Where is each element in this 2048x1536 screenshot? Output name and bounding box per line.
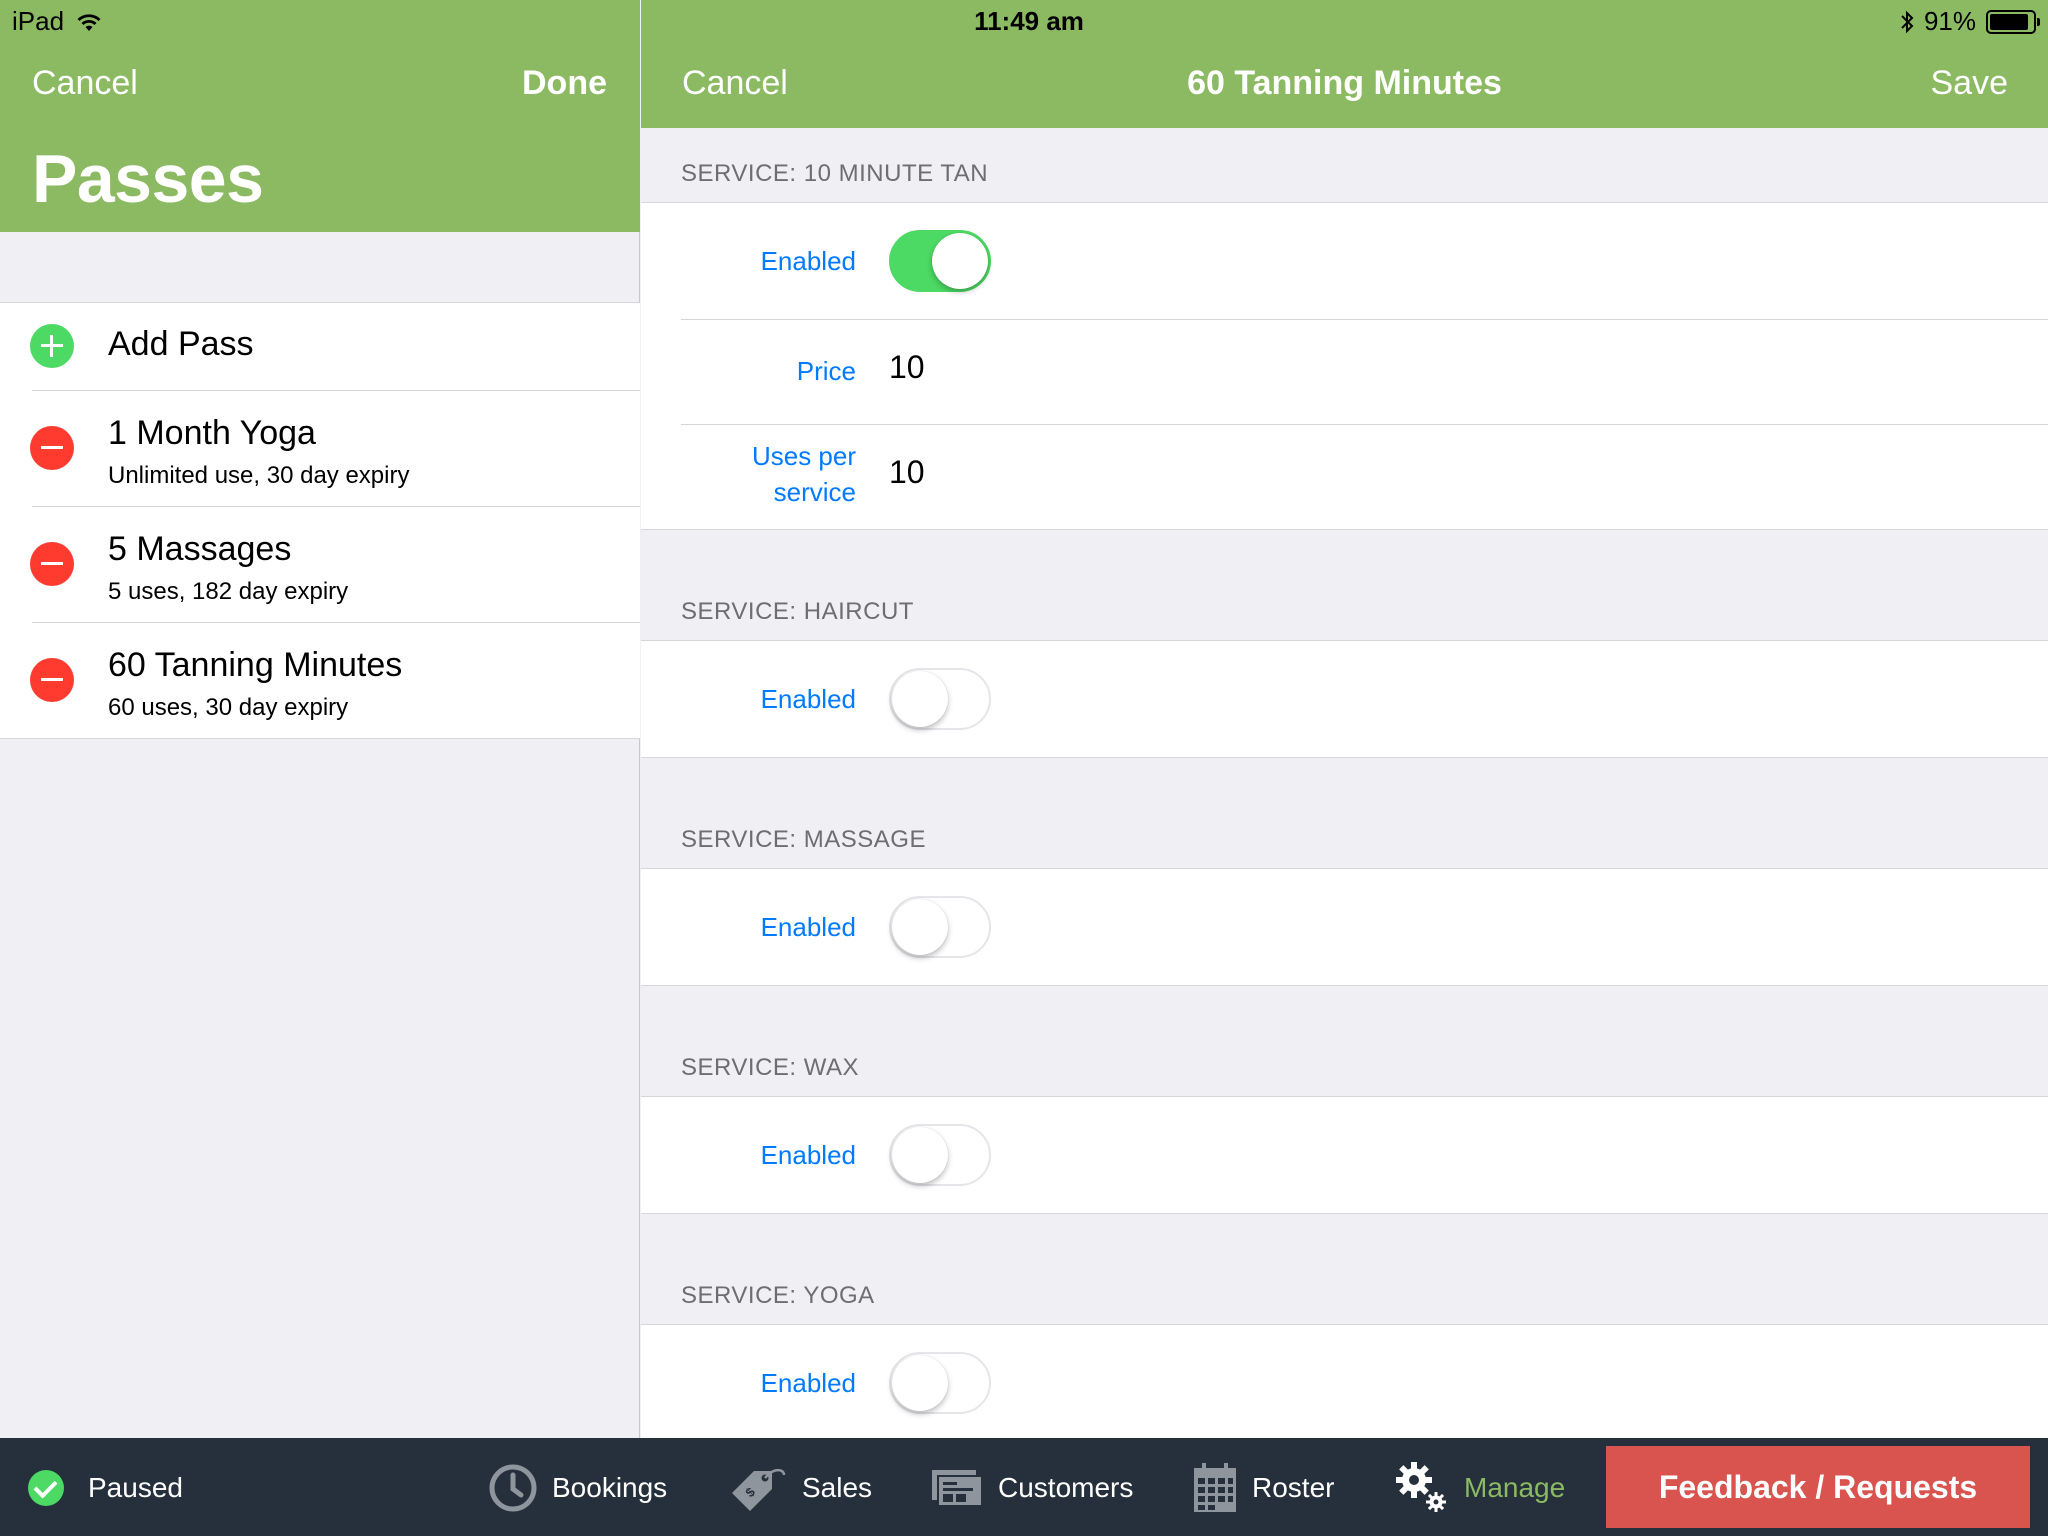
paused-label: Paused (88, 1472, 183, 1503)
delete-icon[interactable] (30, 658, 74, 702)
feedback-button[interactable]: Feedback / Requests (1606, 1446, 2030, 1528)
pass-detail: 60 uses, 30 day expiry (108, 694, 349, 721)
tab-label: Customers (998, 1472, 1134, 1503)
list-item[interactable]: 1 Month Yoga Unlimited use, 30 day expir… (0, 390, 640, 506)
tab-bar: Paused Bookings $ Sales Customers Roster… (0, 1438, 2048, 1536)
passes-done-button[interactable]: Done (522, 64, 607, 103)
enabled-toggle[interactable] (889, 668, 991, 730)
tab-sales[interactable]: $ Sales (728, 1460, 872, 1516)
tab-customers[interactable]: Customers (930, 1460, 1133, 1516)
uses-field[interactable]: 10 (889, 454, 925, 491)
status-right: 91% (1900, 6, 2040, 37)
enabled-row: Enabled (641, 641, 2048, 757)
delete-icon[interactable] (30, 426, 74, 470)
pass-detail-panel: Cancel 60 Tanning Minutes Save SERVICE: … (641, 0, 2048, 1438)
tab-manage[interactable]: Manage (1394, 1460, 1565, 1516)
delete-icon[interactable] (30, 542, 74, 586)
section-header-haircut: SERVICE: HAIRCUT (681, 598, 914, 625)
cards-icon (932, 1470, 983, 1507)
section-header-wax: SERVICE: WAX (681, 1054, 860, 1081)
enabled-row: Enabled (641, 1097, 2048, 1213)
add-pass-label: Add Pass (108, 325, 254, 363)
enabled-row: Enabled (641, 869, 2048, 985)
enabled-label: Enabled (760, 1140, 856, 1170)
price-field[interactable]: 10 (889, 349, 925, 386)
paused-status[interactable]: Paused (28, 1470, 183, 1506)
pass-name: 60 Tanning Minutes (108, 646, 403, 684)
pass-name: 1 Month Yoga (108, 414, 316, 452)
enabled-toggle[interactable] (889, 1352, 991, 1414)
section-header-massage: SERVICE: MASSAGE (681, 826, 926, 853)
clock-icon (489, 1464, 537, 1512)
enabled-label: Enabled (760, 912, 856, 942)
tab-label: Manage (1464, 1472, 1566, 1503)
enabled-label: Enabled (760, 684, 856, 714)
battery-icon (1986, 9, 2040, 34)
uses-label: Uses per service (641, 438, 856, 510)
section-header-yoga: SERVICE: YOGA (681, 1282, 875, 1309)
gears-icon (1396, 1462, 1446, 1512)
list-item[interactable]: 60 Tanning Minutes 60 uses, 30 day expir… (0, 622, 640, 738)
passes-cancel-button[interactable]: Cancel (32, 64, 138, 103)
passes-panel: Cancel Done Passes Add Pass 1 Month Yoga… (0, 0, 640, 1438)
status-bar: iPad 11:49 am 91% (0, 0, 2048, 40)
detail-title: 60 Tanning Minutes (1187, 64, 1502, 102)
enabled-toggle[interactable] (889, 230, 991, 292)
section-header-10-minute-tan: SERVICE: 10 MINUTE TAN (681, 160, 989, 187)
add-icon[interactable] (30, 324, 74, 368)
enabled-row: Enabled (641, 1325, 2048, 1438)
save-button[interactable]: Save (1931, 64, 2009, 103)
tab-label: Bookings (552, 1472, 668, 1503)
check-icon (28, 1470, 64, 1506)
status-time: 11:49 am (974, 6, 1084, 36)
tab-roster[interactable]: Roster (1192, 1460, 1334, 1516)
calendar-icon (1194, 1463, 1236, 1512)
enabled-toggle[interactable] (889, 1124, 991, 1186)
service-group-yoga: Enabled (641, 1324, 2048, 1438)
enabled-row: Enabled (641, 203, 2048, 319)
pass-detail: 5 uses, 182 day expiry (108, 578, 349, 605)
service-group-massage: Enabled (641, 868, 2048, 986)
service-group-wax: Enabled (641, 1096, 2048, 1214)
uses-label-line2: service (773, 477, 856, 507)
list-item[interactable]: 5 Massages 5 uses, 182 day expiry (0, 506, 640, 622)
pass-name: 5 Massages (108, 530, 292, 568)
uses-row: Uses per service 10 (641, 424, 2048, 529)
battery-percent: 91% (1923, 6, 1976, 36)
service-group-haircut: Enabled (641, 640, 2048, 758)
page-title: Passes (32, 141, 264, 217)
bluetooth-icon (1901, 10, 1914, 33)
add-pass-row[interactable]: Add Pass (0, 303, 640, 390)
price-label: Price (796, 356, 856, 386)
service-group-10-minute-tan: Enabled Price 10 Uses per service 10 (641, 202, 2048, 530)
enabled-label: Enabled (760, 1368, 856, 1398)
uses-label-line1: Uses per (751, 441, 856, 471)
pass-list: Add Pass 1 Month Yoga Unlimited use, 30 … (0, 302, 640, 739)
tab-label: Sales (802, 1472, 873, 1503)
enabled-toggle[interactable] (889, 896, 991, 958)
pass-detail: Unlimited use, 30 day expiry (108, 462, 410, 489)
tab-bookings[interactable]: Bookings (488, 1460, 667, 1516)
price-tag-icon: $ (732, 1468, 786, 1511)
battery-level (1990, 13, 2029, 30)
tab-label: Roster (1252, 1472, 1335, 1503)
price-row: Price 10 (641, 319, 2048, 424)
enabled-label: Enabled (760, 246, 856, 276)
